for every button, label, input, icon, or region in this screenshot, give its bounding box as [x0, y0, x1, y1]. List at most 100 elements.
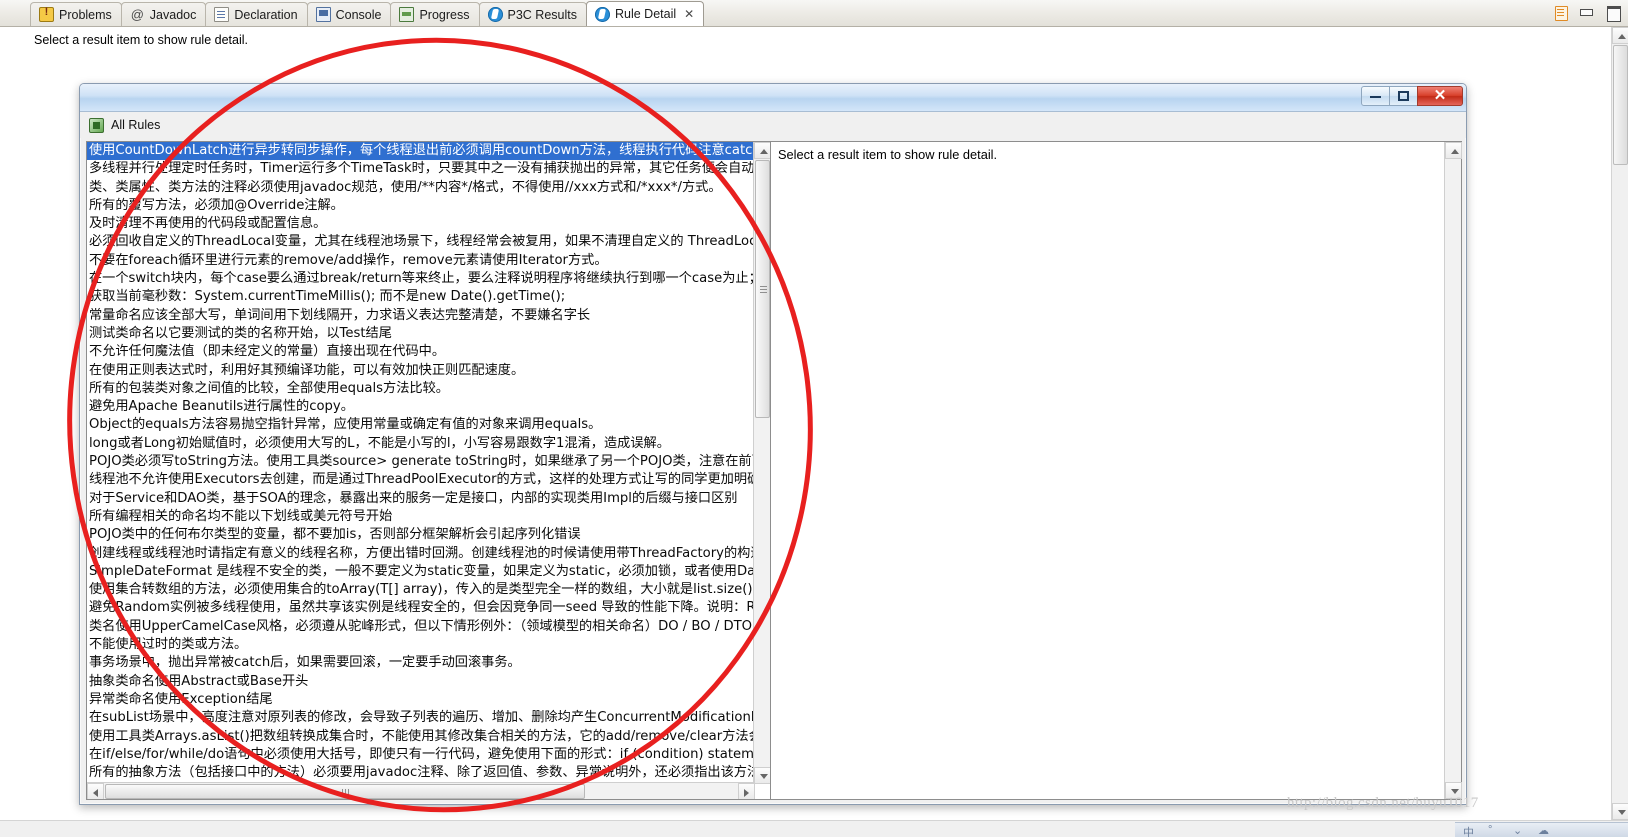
- view-horizontal-scrollbar[interactable]: [0, 820, 1628, 837]
- close-icon[interactable]: ✕: [684, 7, 694, 21]
- tab-console-label: Console: [335, 7, 382, 22]
- tab-progress[interactable]: Progress: [390, 2, 480, 26]
- view-vertical-scrollbar[interactable]: [1611, 27, 1628, 820]
- detail-vertical-scrollbar[interactable]: [1444, 142, 1462, 799]
- rule-list-item[interactable]: 使用集合转数组的方法，必须使用集合的toArray(T[] array)，传入的…: [87, 581, 755, 599]
- close-icon: ✕: [1433, 87, 1447, 104]
- taskbar-ime-icon[interactable]: 中: [1463, 824, 1476, 837]
- rules-hscroll-thumb[interactable]: [105, 784, 585, 799]
- window-minimize-button[interactable]: [1361, 86, 1390, 106]
- rule-list-item[interactable]: SimpleDateFormat 是线程不安全的类，一般不要定义为static变…: [87, 563, 755, 581]
- rule-list-item[interactable]: 及时清理不再使用的代码段或配置信息。: [87, 215, 755, 233]
- declaration-icon: [214, 7, 230, 22]
- dialog-title-row: All Rules: [80, 112, 1466, 138]
- rules-scroll-down-arrow-icon[interactable]: [754, 767, 770, 784]
- rule-list-item[interactable]: 抽象类命名使用Abstract或Base开头: [87, 673, 755, 691]
- scroll-up-arrow-icon[interactable]: [1612, 27, 1628, 44]
- rule-detail-placeholder: Select a result item to show rule detail…: [778, 147, 998, 162]
- view-toolbar: [1553, 4, 1622, 22]
- rule-detail-icon: [594, 6, 610, 22]
- rule-list-item[interactable]: 使用工具类Arrays.asList()把数组转换成集合时，不能使用其修改集合相…: [87, 728, 755, 746]
- view-maximize-icon[interactable]: [1604, 4, 1622, 22]
- tab-p3c-results[interactable]: P3C Results: [478, 2, 587, 26]
- tab-progress-label: Progress: [419, 7, 470, 22]
- window-maximize-button[interactable]: [1389, 86, 1418, 106]
- taskbar-arrow-icon[interactable]: ⌄: [1513, 824, 1526, 837]
- console-icon: [315, 7, 331, 22]
- rules-list-pane: 使用CountDownLatch进行异步转同步操作，每个线程退出前必须调用cou…: [86, 141, 771, 800]
- clipboard-icon[interactable]: [1553, 4, 1568, 21]
- tab-console[interactable]: Console: [306, 2, 392, 26]
- rule-list-item[interactable]: POJO类必须写toString方法。使用工具类source> generate…: [87, 453, 755, 471]
- rule-list-item[interactable]: 常量命名应该全部大写，单词间用下划线隔开，力求语义表达完整清楚，不要嫌名字长: [87, 307, 755, 325]
- rule-list-item[interactable]: 避免Random实例被多线程使用，虽然共享该实例是线程安全的，但会因竞争同一se…: [87, 599, 755, 617]
- watermark-text: http://blog.csdn.net/huyu1017: [1287, 795, 1479, 811]
- tab-javadoc[interactable]: @ Javadoc: [120, 2, 207, 26]
- rule-list-item[interactable]: long或者Long初始赋值时，必须使用大写的L，不能是小写的l，小写容易跟数字…: [87, 435, 755, 453]
- rule-list-item[interactable]: 不要在foreach循环里进行元素的remove/add操作，remove元素请…: [87, 252, 755, 270]
- view-minimize-icon[interactable]: [1577, 4, 1595, 20]
- minimize-icon: [1370, 95, 1381, 98]
- dialog-title: All Rules: [111, 118, 161, 132]
- rule-list-item[interactable]: 类、类属性、类方法的注释必须使用javadoc规范，使用/**内容*/格式，不得…: [87, 179, 755, 197]
- tab-problems-label: Problems: [59, 7, 112, 22]
- problems-icon: [39, 6, 54, 22]
- tab-declaration-label: Declaration: [234, 7, 298, 22]
- view-vscroll-thumb[interactable]: [1613, 45, 1628, 165]
- tab-javadoc-label: Javadoc: [149, 7, 197, 22]
- rule-list-item[interactable]: 在if/else/for/while/do语句中必须使用大括号，即使只有一行代码…: [87, 746, 755, 764]
- rules-list[interactable]: 使用CountDownLatch进行异步转同步操作，每个线程退出前必须调用cou…: [87, 142, 755, 784]
- taskbar-cloud-icon[interactable]: ☁: [1538, 824, 1551, 837]
- dialog-content: 使用CountDownLatch进行异步转同步操作，每个线程退出前必须调用cou…: [86, 141, 1462, 800]
- rule-list-item[interactable]: 不能使用过时的类或方法。: [87, 636, 755, 654]
- rules-vertical-scrollbar[interactable]: [753, 142, 770, 784]
- rules-scroll-right-arrow-icon[interactable]: [738, 783, 755, 799]
- application-icon: [89, 117, 104, 133]
- rule-list-item[interactable]: 必须回收自定义的ThreadLocal变量，尤其在线程池场景下，线程经常会被复用…: [87, 233, 755, 251]
- progress-icon: [399, 7, 415, 22]
- all-rules-dialog: ✕ All Rules 使用CountDownLatch进行异步转同步操作，每个…: [79, 83, 1467, 805]
- taskbar-sliver: 中 ° ⌄ ☁: [1455, 822, 1628, 837]
- rule-list-item[interactable]: 不允许任何魔法值（即未经定义的常量）直接出现在代码中。: [87, 343, 755, 361]
- rule-list-item[interactable]: 使用CountDownLatch进行异步转同步操作，每个线程退出前必须调用cou…: [87, 142, 755, 161]
- rule-list-item[interactable]: POJO类中的任何布尔类型的变量，都不要加is，否则部分框架解析会引起序列化错误: [87, 526, 755, 544]
- rule-list-item[interactable]: 所有的抽象方法（包括接口中的方法）必须要用javadoc注释、除了返回值、参数、…: [87, 764, 755, 782]
- rules-scroll-left-arrow-icon[interactable]: [87, 783, 104, 799]
- rule-list-item[interactable]: 避免用Apache Beanutils进行属性的copy。: [87, 398, 755, 416]
- rule-list-item[interactable]: Object的equals方法容易抛空指针异常，应使用常量或确定有值的对象来调用…: [87, 416, 755, 434]
- tab-problems[interactable]: Problems: [30, 2, 122, 26]
- window-controls: ✕: [1361, 86, 1463, 106]
- rule-list-item[interactable]: 线程池不允许使用Executors去创建，而是通过ThreadPoolExecu…: [87, 471, 755, 489]
- rule-list-item[interactable]: 在一个switch块内，每个case要么通过break/return等来终止，要…: [87, 270, 755, 288]
- rule-list-item[interactable]: 在使用正则表达式时，利用好其预编译功能，可以有效加快正则匹配速度。: [87, 362, 755, 380]
- rule-list-item[interactable]: 多线程并行处理定时任务时，Timer运行多个TimeTask时，只要其中之一没有…: [87, 160, 755, 178]
- rule-list-item[interactable]: 异常类命名使用Exception结尾: [87, 691, 755, 709]
- tab-declaration[interactable]: Declaration: [205, 2, 308, 26]
- rule-detail-pane: Select a result item to show rule detail…: [771, 141, 1462, 800]
- maximize-icon: [1398, 91, 1409, 101]
- rule-list-item[interactable]: 事务场景中，抛出异常被catch后，如果需要回滚，一定要手动回滚事务。: [87, 654, 755, 672]
- rule-list-item[interactable]: 测试类命名以它要测试的类的名称开始，以Test结尾: [87, 325, 755, 343]
- dialog-titlebar[interactable]: ✕: [80, 84, 1466, 112]
- scroll-down-arrow-icon[interactable]: [1612, 803, 1628, 820]
- window-close-button[interactable]: ✕: [1417, 86, 1463, 106]
- rules-horizontal-scrollbar[interactable]: [87, 782, 755, 799]
- tab-rule-detail[interactable]: Rule Detail ✕: [585, 1, 705, 26]
- rules-vscroll-thumb[interactable]: [755, 160, 770, 418]
- rule-list-item[interactable]: 类名使用UpperCamelCase风格，必须遵从驼峰形式，但以下情形例外：（领…: [87, 618, 755, 636]
- rule-list-item[interactable]: 所有编程相关的命名均不能以下划线或美元符号开始: [87, 508, 755, 526]
- rule-list-item[interactable]: 创建线程或线程池时请指定有意义的线程名称，方便出错时回溯。创建线程池的时候请使用…: [87, 545, 755, 563]
- p3c-results-icon: [487, 7, 503, 22]
- taskbar-dot-icon[interactable]: °: [1488, 824, 1501, 836]
- view-hint-text: Select a result item to show rule detail…: [34, 33, 248, 47]
- rule-list-item[interactable]: 所有的包装类对象之间值的比较，全部使用equals方法比较。: [87, 380, 755, 398]
- tab-rule-detail-label: Rule Detail: [614, 7, 677, 21]
- rule-list-item[interactable]: 对于Service和DAO类，基于SOA的理念，暴露出来的服务一定是接口，内部的…: [87, 490, 755, 508]
- tab-p3c-results-label: P3C Results: [507, 7, 577, 22]
- javadoc-icon: @: [130, 7, 144, 22]
- rule-list-item[interactable]: 在subList场景中，高度注意对原列表的修改，会导致子列表的遍历、增加、删除均…: [87, 709, 755, 727]
- rule-list-item[interactable]: 所有的覆写方法，必须加@Override注解。: [87, 197, 755, 215]
- detail-scroll-up-arrow-icon[interactable]: [1445, 142, 1462, 159]
- rules-scroll-up-arrow-icon[interactable]: [754, 142, 770, 159]
- rule-list-item[interactable]: 获取当前毫秒数：System.currentTimeMillis(); 而不是n…: [87, 288, 755, 306]
